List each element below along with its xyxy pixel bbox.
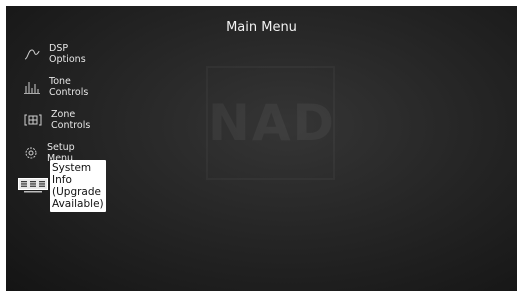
equalizer-icon (24, 80, 40, 94)
zone-icon (24, 113, 42, 127)
system-info-icon (18, 178, 48, 193)
dsp-icon (24, 47, 40, 61)
menu-item-label: Tone Controls (49, 76, 89, 98)
gear-icon (24, 146, 38, 160)
menu-item-tone-controls[interactable]: Tone Controls (24, 76, 94, 98)
menu-item-zone-controls[interactable]: Zone Controls (24, 109, 94, 131)
menu-item-system-info[interactable]: System Info (Upgrade Available) (18, 160, 106, 212)
menu-item-dsp-options[interactable]: DSP Options (24, 43, 92, 65)
tv-screen: NAD Main Menu DSP Options Tone Controls … (6, 6, 517, 291)
nad-logo-watermark: NAD (206, 66, 335, 180)
menu-item-label-selected: System Info (Upgrade Available) (50, 160, 106, 212)
menu-item-label: DSP Options (49, 43, 86, 65)
menu-item-label: Zone Controls (51, 109, 91, 131)
page-title: Main Menu (226, 20, 297, 35)
